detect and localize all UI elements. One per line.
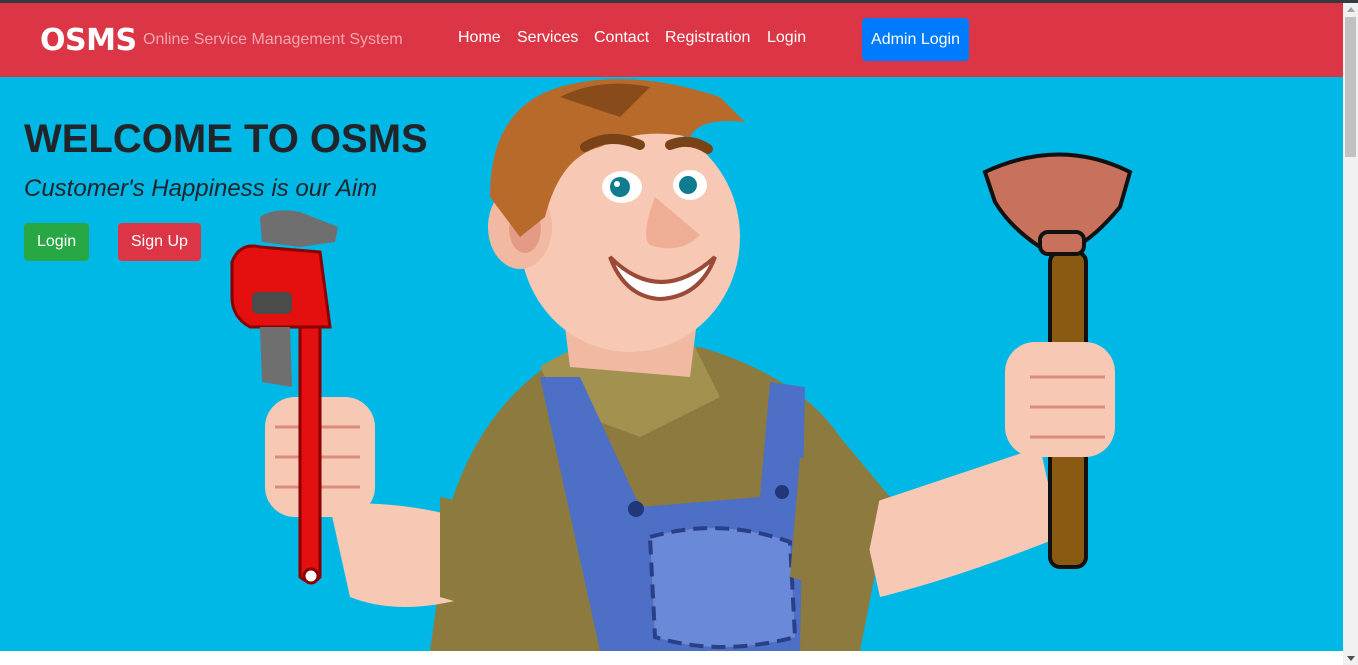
plumber-illustration [230, 79, 1133, 651]
admin-login-button[interactable]: Admin Login [862, 18, 969, 61]
brand-logo[interactable]: OSMS [40, 23, 137, 58]
wrench-icon [230, 210, 338, 585]
vertical-scrollbar[interactable] [1343, 3, 1358, 665]
page-bottom-strip [0, 651, 1343, 665]
nav-link-registration[interactable]: Registration [665, 29, 750, 47]
right-hand [1005, 342, 1115, 457]
brand-tagline: Online Service Management System [143, 31, 403, 48]
hero-title: WELCOME TO OSMS [24, 117, 428, 161]
nav-link-login[interactable]: Login [767, 29, 806, 47]
hero-login-button[interactable]: Login [24, 223, 90, 261]
scroll-up-icon[interactable] [1347, 7, 1355, 12]
nav-link-services[interactable]: Services [517, 29, 578, 47]
hero-signup-button[interactable]: Sign Up [118, 223, 201, 261]
scroll-down-icon[interactable] [1347, 656, 1355, 661]
navbar: OSMS Online Service Management System Ho… [0, 3, 1343, 77]
nav-link-contact[interactable]: Contact [594, 29, 649, 47]
scrollbar-thumb[interactable] [1345, 17, 1356, 157]
hero-section: WELCOME TO OSMS Customer's Happiness is … [0, 77, 1343, 651]
nav-link-home[interactable]: Home [458, 29, 501, 47]
hero-subtitle: Customer's Happiness is our Aim [24, 175, 378, 202]
